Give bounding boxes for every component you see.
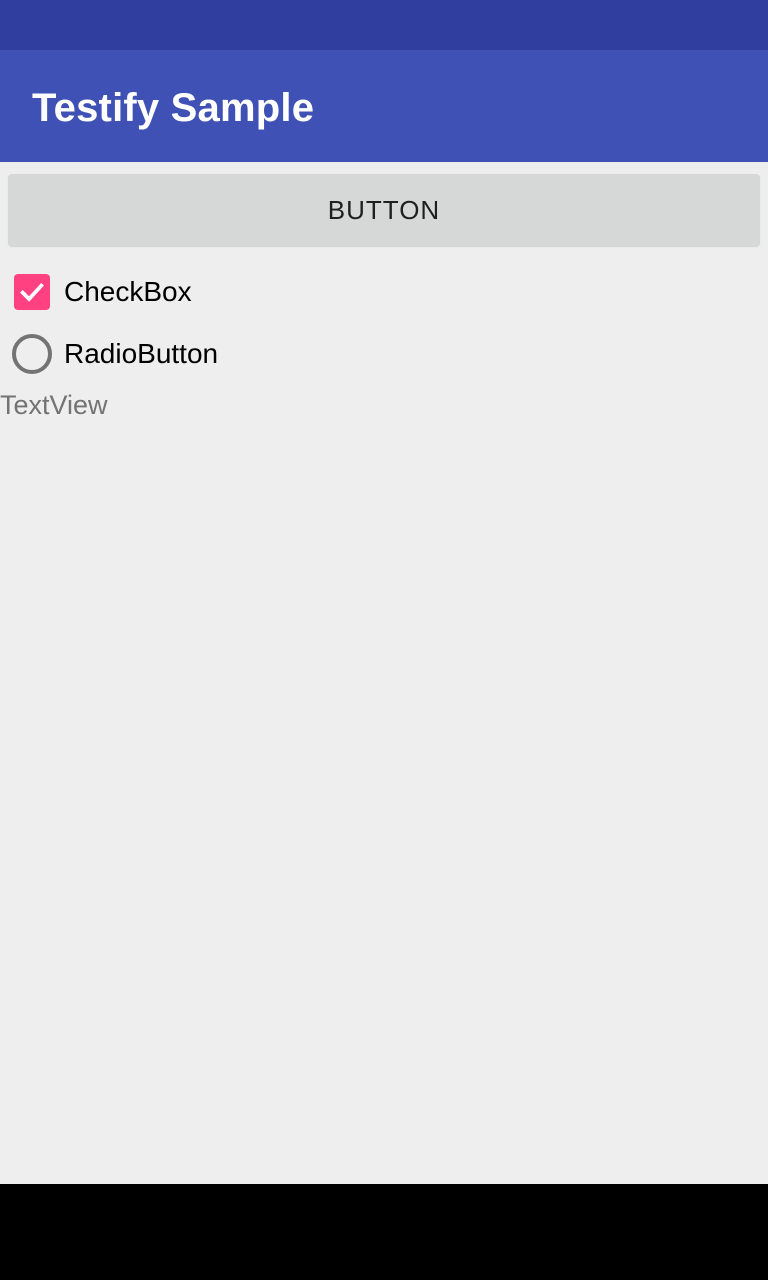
checkbox-row[interactable]: CheckBox bbox=[12, 270, 192, 314]
app-bar: Testify Sample bbox=[0, 50, 768, 162]
app-title: Testify Sample bbox=[32, 86, 315, 130]
radio-row[interactable]: RadioButton bbox=[12, 332, 218, 376]
status-bar bbox=[0, 0, 768, 50]
text-view: TextView bbox=[0, 390, 108, 420]
primary-button[interactable]: BUTTON bbox=[8, 174, 760, 246]
main-content: BUTTON CheckBox RadioButton TextView bbox=[0, 162, 768, 1184]
radio-button[interactable] bbox=[12, 334, 52, 374]
radio-label: RadioButton bbox=[64, 338, 219, 369]
checkbox[interactable] bbox=[14, 274, 50, 310]
check-icon bbox=[20, 282, 44, 302]
navigation-bar bbox=[0, 1184, 768, 1280]
checkbox-label: CheckBox bbox=[64, 276, 192, 307]
